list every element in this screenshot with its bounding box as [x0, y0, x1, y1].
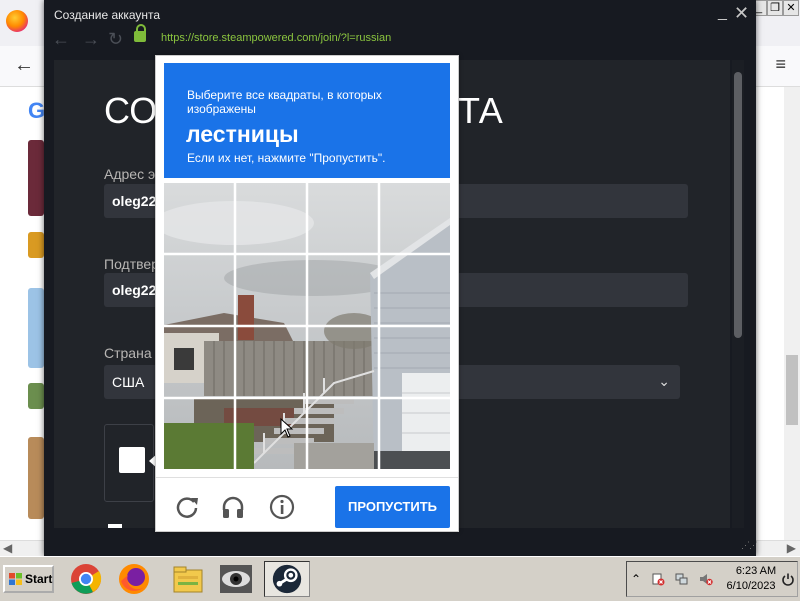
google-logo-icon: G	[28, 98, 46, 123]
file-manager-icon[interactable]	[170, 561, 206, 597]
page-heading-right: ТА	[458, 90, 503, 131]
country-value: США	[112, 374, 145, 390]
grid-tile[interactable]	[164, 399, 234, 469]
system-tray: ⌃ 6:23 AM 6/10/2023	[626, 561, 798, 597]
grid-tile[interactable]	[308, 255, 378, 325]
reload-icon[interactable]	[173, 493, 201, 521]
grid-tile[interactable]	[236, 255, 306, 325]
windows-flag-icon	[9, 573, 22, 585]
bg-close-button[interactable]: ✕	[783, 0, 799, 16]
grid-tile[interactable]	[308, 327, 378, 397]
bg-scrollbar-thumb[interactable]	[786, 355, 798, 425]
hamburger-menu-icon[interactable]: ≡	[775, 54, 786, 75]
headphones-icon[interactable]	[219, 493, 247, 521]
bg-vertical-scrollbar[interactable]	[784, 87, 800, 540]
network-icon[interactable]	[675, 572, 689, 586]
recaptcha-header: Выберите все квадраты, в которых изображ…	[164, 63, 450, 178]
page-thumbnail	[28, 288, 44, 368]
recaptcha-instruction: Выберите все квадраты, в которых изображ…	[187, 88, 382, 116]
start-label: Start	[25, 572, 53, 586]
chrome-icon[interactable]	[68, 561, 104, 597]
grid-tile[interactable]	[164, 183, 234, 253]
steam-scrollbar-thumb[interactable]	[734, 72, 742, 338]
window-title: Создание аккаунта	[54, 8, 161, 22]
captcha-checkbox[interactable]	[119, 447, 145, 473]
steam-icon[interactable]	[264, 561, 310, 597]
confirm-email-label: Подтвер	[104, 256, 159, 272]
nav-back-icon[interactable]: ←	[52, 29, 70, 50]
eye-app-icon[interactable]	[218, 561, 254, 597]
checkbox-edge	[108, 524, 122, 528]
grid-tile[interactable]	[380, 399, 450, 469]
back-arrow-icon[interactable]: ←	[14, 54, 34, 77]
lock-icon	[134, 24, 146, 42]
grid-tile[interactable]	[236, 183, 306, 253]
page-thumbnail	[28, 437, 44, 519]
info-icon[interactable]	[268, 493, 296, 521]
grid-tile[interactable]	[380, 255, 450, 325]
minimize-button[interactable]: _	[718, 4, 727, 22]
grid-tile[interactable]	[236, 399, 306, 469]
security-alert-icon[interactable]	[651, 572, 665, 586]
resize-grip-icon[interactable]: ⋰⋰	[741, 540, 758, 551]
volume-muted-icon[interactable]	[699, 572, 713, 586]
grid-tile[interactable]	[236, 327, 306, 397]
close-button[interactable]: ✕	[734, 3, 749, 24]
grid-tile[interactable]	[380, 327, 450, 397]
nav-forward-icon[interactable]: →	[82, 29, 100, 50]
grid-tile[interactable]	[164, 327, 234, 397]
url-text: https://store.steampowered.com/join/?l=r…	[161, 32, 392, 44]
clock-date[interactable]: 6/10/2023	[723, 580, 779, 592]
mouse-cursor-icon	[280, 418, 294, 438]
page-thumbnail	[28, 140, 44, 216]
email-label: Адрес э	[104, 166, 156, 182]
recaptcha-challenge: Выберите все квадраты, в которых изображ…	[155, 55, 459, 532]
skip-button[interactable]: ПРОПУСТИТЬ	[335, 486, 450, 528]
page-heading-left: СО	[104, 90, 158, 131]
start-button[interactable]: Start	[3, 565, 54, 593]
page-thumbnail	[28, 232, 44, 258]
clock-time[interactable]: 6:23 AM	[733, 565, 779, 577]
page-thumbnail	[28, 383, 44, 409]
scroll-right-icon[interactable]: ▶	[787, 541, 796, 555]
nav-reload-icon[interactable]: ↻	[108, 29, 123, 50]
grid-tile[interactable]	[164, 255, 234, 325]
recaptcha-footer-divider	[156, 477, 458, 478]
country-label: Страна	[104, 345, 152, 361]
power-icon[interactable]	[781, 572, 795, 586]
scroll-left-icon[interactable]: ◀	[3, 541, 12, 555]
firefox-icon[interactable]	[116, 561, 152, 597]
tray-expand-icon[interactable]: ⌃	[631, 572, 641, 586]
captcha-widget	[104, 424, 158, 502]
recaptcha-keyword: лестницы	[186, 121, 299, 147]
taskbar: Start ⌃ 6:23 AM 6/10/2023	[0, 556, 800, 601]
bg-maximize-button[interactable]: ❐	[767, 0, 783, 16]
grid-tile[interactable]	[380, 183, 450, 253]
recaptcha-image-grid	[164, 183, 450, 469]
firefox-logo-icon	[6, 10, 28, 32]
grid-tile[interactable]	[308, 183, 378, 253]
chevron-down-icon: ⌄	[658, 373, 670, 389]
grid-tile[interactable]	[308, 399, 378, 469]
recaptcha-skip-note: Если их нет, нажмите "Пропустить".	[187, 151, 386, 165]
